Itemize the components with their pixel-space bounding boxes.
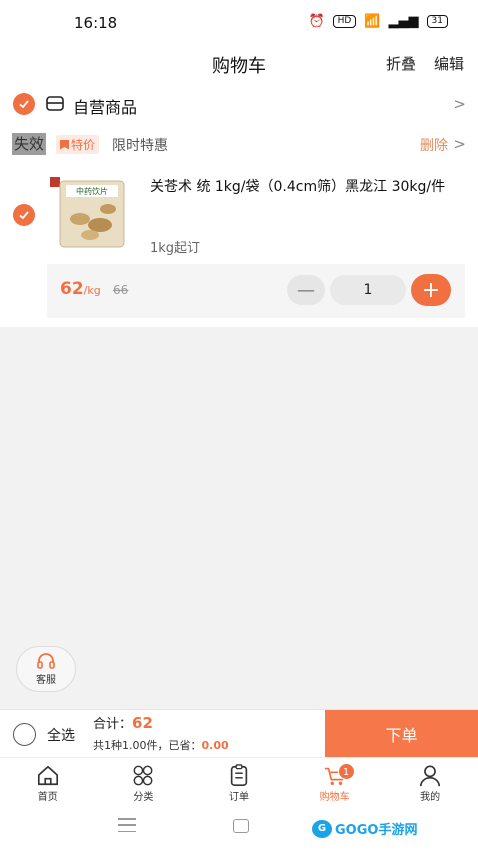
checkout-bar: 全选 合计：62 共1种1.00件，已省：0.00 下单 bbox=[0, 709, 478, 758]
select-all-checkbox[interactable] bbox=[13, 723, 36, 746]
store-row[interactable]: 自营商品 > bbox=[0, 84, 478, 124]
store-checkbox[interactable] bbox=[13, 93, 35, 115]
product-name[interactable]: 关苍术 统 1kg/袋（0.4cm筛）黑龙江 30kg/件 bbox=[150, 178, 450, 197]
home-button-icon[interactable] bbox=[233, 819, 249, 833]
product-image[interactable]: 中药饮片 bbox=[50, 177, 128, 249]
tab-orders[interactable]: 订单 bbox=[191, 758, 287, 803]
promo-row: 失效 特价 限时特惠 删除 > bbox=[0, 132, 478, 158]
price-unit: /kg bbox=[83, 284, 101, 297]
tab-label: 订单 bbox=[228, 792, 249, 803]
cart-count-badge: 1 bbox=[337, 763, 355, 780]
tab-label: 分类 bbox=[133, 792, 154, 803]
total-value: 62 bbox=[132, 714, 153, 732]
edit-button[interactable]: 编辑 bbox=[434, 53, 464, 74]
check-icon bbox=[19, 211, 29, 220]
total-line: 合计：62 bbox=[93, 713, 153, 732]
tab-category[interactable]: 分类 bbox=[96, 758, 192, 803]
summary-text: 共1种1.00件，已省： bbox=[93, 739, 202, 752]
delete-button[interactable]: 删除 bbox=[420, 135, 448, 155]
store-name: 自营商品 bbox=[73, 98, 138, 117]
watermark: G GOGO手游网 bbox=[312, 819, 417, 838]
tab-label: 我的 bbox=[420, 792, 441, 803]
store-icon bbox=[46, 96, 64, 111]
promo-text: 限时特惠 bbox=[112, 138, 168, 154]
tab-bar: 首页 分类 订单 1 购物车 我的 bbox=[0, 757, 478, 803]
alarm-icon: ⏰ bbox=[308, 14, 325, 29]
quantity-input[interactable]: 1 bbox=[330, 275, 406, 305]
order-icon bbox=[230, 764, 248, 786]
hd-icon: HD bbox=[332, 15, 357, 28]
quantity-increase-button[interactable]: + bbox=[411, 274, 451, 306]
system-nav-bar: G GOGO手游网 bbox=[0, 803, 478, 850]
check-icon bbox=[19, 100, 29, 109]
place-order-button[interactable]: 下单 bbox=[325, 710, 478, 758]
wifi-icon: 📶 bbox=[364, 14, 381, 29]
status-bar: 16:18 ⏰ HD 📶 ▂▄▆ 31 bbox=[0, 0, 478, 44]
summary-line: 共1种1.00件，已省：0.00 bbox=[93, 737, 229, 753]
customer-service-label: 客服 bbox=[36, 674, 56, 686]
total-label: 合计： bbox=[93, 717, 133, 732]
tab-label: 购物车 bbox=[319, 792, 350, 803]
tab-cart[interactable]: 1 购物车 bbox=[287, 758, 383, 803]
select-all-label[interactable]: 全选 bbox=[47, 725, 75, 745]
headset-icon bbox=[37, 652, 55, 669]
original-price: 66 bbox=[113, 283, 129, 297]
recent-apps-icon[interactable] bbox=[118, 818, 136, 832]
category-icon bbox=[133, 765, 153, 786]
price-bar: 62/kg 66 — 1 + bbox=[47, 264, 465, 318]
profile-icon bbox=[420, 765, 441, 787]
flag-icon bbox=[60, 139, 69, 150]
tab-profile[interactable]: 我的 bbox=[382, 758, 478, 803]
tab-home[interactable]: 首页 bbox=[0, 758, 96, 803]
quantity-decrease-button[interactable]: — bbox=[287, 275, 325, 305]
chevron-right-icon[interactable]: > bbox=[453, 95, 466, 113]
fold-button[interactable]: 折叠 bbox=[386, 53, 416, 74]
special-price-tag: 特价 bbox=[56, 135, 100, 154]
item-checkbox[interactable] bbox=[13, 204, 35, 226]
watermark-text: GOGO手游网 bbox=[335, 823, 418, 838]
header: 购物车 折叠 编辑 bbox=[0, 44, 478, 84]
tab-label: 首页 bbox=[37, 792, 58, 803]
watermark-logo-icon: G bbox=[312, 819, 332, 838]
price-value: 62 bbox=[60, 279, 84, 299]
current-price: 62/kg bbox=[60, 279, 101, 299]
customer-service-button[interactable]: 客服 bbox=[16, 646, 76, 692]
special-price-label: 特价 bbox=[71, 138, 96, 152]
saved-value: 0.00 bbox=[201, 739, 229, 752]
status-icons: ⏰ HD 📶 ▂▄▆ 31 bbox=[308, 14, 448, 29]
invalid-label: 失效 bbox=[12, 133, 47, 155]
cart-store-card: 自营商品 > 失效 特价 限时特惠 删除 > 中药饮片 关苍术 统 1kg/袋（… bbox=[0, 84, 478, 327]
home-icon bbox=[37, 765, 58, 786]
product-image-label: 中药饮片 bbox=[76, 186, 108, 196]
status-time: 16:18 bbox=[74, 14, 118, 32]
chevron-right-icon[interactable]: > bbox=[453, 135, 466, 153]
battery-icon: 31 bbox=[426, 15, 448, 28]
signal-icon: ▂▄▆ bbox=[388, 14, 419, 29]
min-order-label: 1kg起订 bbox=[150, 241, 201, 256]
